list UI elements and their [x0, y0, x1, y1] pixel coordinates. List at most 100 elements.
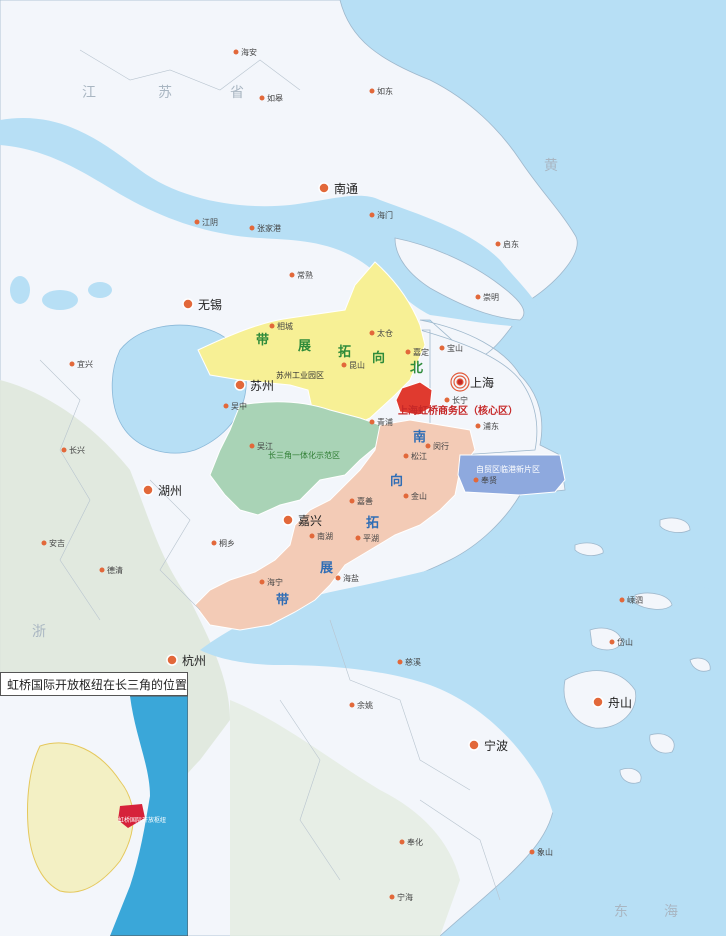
town-dot [61, 447, 67, 453]
town-label: 金山 [411, 491, 427, 501]
town-dot [609, 639, 615, 645]
town-dot [369, 88, 375, 94]
town-label: 嘉定 [413, 347, 429, 357]
band-char: 南 [413, 429, 426, 445]
town-dot [194, 219, 200, 225]
town-dot [249, 225, 255, 231]
city-dot [182, 298, 194, 310]
town-dot [269, 323, 275, 329]
town-label: 南湖 [317, 531, 333, 541]
city-label: 舟山 [608, 696, 632, 710]
town-label: 浦东 [483, 421, 499, 431]
town-dot [349, 702, 355, 708]
province-label: 浙 [32, 624, 46, 640]
city-dot [234, 379, 246, 391]
town-label: 平湖 [363, 534, 379, 543]
town-dot [211, 540, 217, 546]
town-dot [259, 95, 265, 101]
band-char: 拓 [338, 344, 351, 360]
town-dot [289, 272, 295, 278]
town-dot [425, 443, 431, 449]
town-label: 桐乡 [219, 538, 235, 548]
town-label: 宝山 [447, 343, 463, 353]
inset-title: 虹桥国际开放枢纽在长三角的位置 [0, 672, 188, 696]
lake [10, 276, 30, 304]
core-zone-label: 上海虹桥商务区（核心区） [398, 404, 518, 417]
sea-label: 黄 [544, 157, 558, 174]
town-dot [529, 849, 535, 855]
town-dot [349, 498, 355, 504]
town-dot [619, 597, 625, 603]
town-label: 海盐 [343, 573, 359, 583]
town-dot [233, 49, 239, 55]
town-label: 嵊泗 [627, 595, 643, 605]
town-dot [309, 533, 315, 539]
town-dot [99, 567, 105, 573]
inset-marker-label: 虹桥国际开放枢纽 [118, 816, 166, 824]
town-label: 青浦 [377, 417, 393, 427]
town-dot [369, 212, 375, 218]
capital-icon [456, 378, 464, 386]
town-dot [341, 362, 347, 368]
band-char: 展 [320, 561, 334, 576]
city-label: 嘉兴 [298, 514, 322, 528]
city-label: 南通 [334, 181, 358, 196]
town-label: 张家港 [257, 223, 281, 233]
town-dot [335, 575, 341, 581]
town-dot [473, 477, 479, 483]
town-dot [397, 659, 403, 665]
band-char: 带 [256, 332, 269, 348]
city-dot [592, 696, 604, 708]
town-label: 宁海 [397, 892, 413, 902]
town-label: 长兴 [69, 445, 85, 455]
town-label: 嘉善 [357, 496, 373, 506]
demo-zone-label: 长三角一体化示范区 [268, 450, 340, 460]
town-dot [369, 419, 375, 425]
suzhou-park-label: 苏州工业园区 [276, 370, 324, 380]
town-dot [69, 361, 75, 367]
town-label: 奉贤 [481, 475, 497, 485]
city-label: 苏州 [250, 379, 274, 393]
town-label: 奉化 [407, 837, 423, 847]
town-label: 安吉 [49, 538, 65, 548]
city-label: 宁波 [484, 738, 508, 753]
town-label: 慈溪 [405, 657, 421, 667]
town-label: 松江 [411, 451, 427, 461]
lake [88, 282, 112, 298]
province-label: 省 [230, 85, 244, 101]
town-label: 海安 [241, 47, 257, 57]
town-label: 余姚 [357, 700, 373, 710]
town-dot [249, 443, 255, 449]
ftz-label: 自贸区临港新片区 [476, 464, 540, 474]
town-dot [405, 349, 411, 355]
town-label: 宜兴 [77, 359, 93, 369]
town-label: 象山 [537, 847, 553, 857]
town-label: 吴中 [231, 401, 247, 411]
town-dot [41, 540, 47, 546]
city-dot [282, 514, 294, 526]
city-label: 无锡 [198, 297, 222, 312]
city-dot [318, 182, 330, 194]
province-label: 苏 [158, 85, 172, 101]
ftz-zone [457, 454, 566, 496]
town-label: 德清 [107, 565, 123, 575]
town-label: 吴江 [257, 442, 273, 451]
town-dot [399, 839, 405, 845]
town-dot [369, 330, 375, 336]
band-char: 北 [410, 361, 423, 376]
town-dot [223, 403, 229, 409]
town-label: 长宁 [452, 395, 468, 405]
town-dot [495, 241, 501, 247]
town-label: 启东 [503, 239, 519, 249]
city-dot [142, 484, 154, 496]
town-dot [444, 397, 450, 403]
town-label: 闵行 [433, 441, 449, 451]
town-dot [403, 493, 409, 499]
band-char: 向 [372, 350, 385, 366]
town-label: 如东 [377, 86, 393, 96]
city-label: 湖州 [158, 483, 182, 498]
town-dot [389, 894, 395, 900]
town-label: 海宁 [267, 577, 283, 587]
town-label: 常熟 [297, 270, 313, 280]
town-dot [439, 345, 445, 351]
